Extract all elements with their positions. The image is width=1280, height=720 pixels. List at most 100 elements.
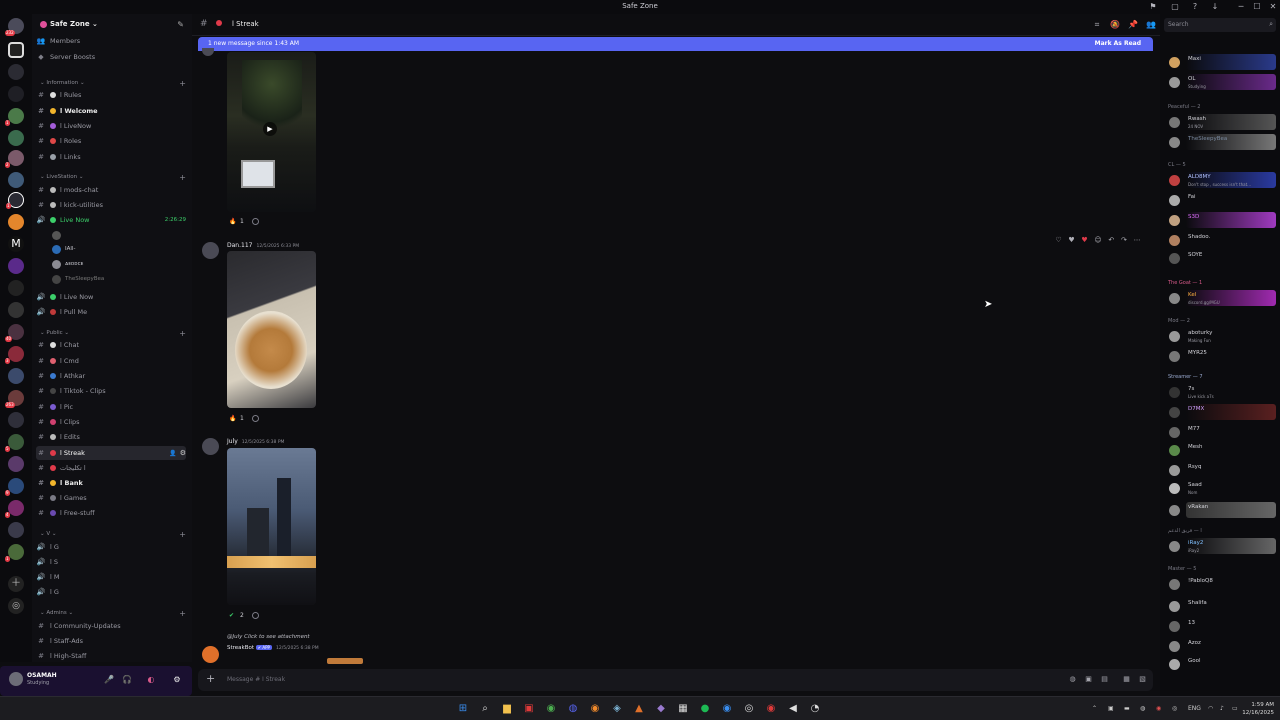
server-icon[interactable] <box>8 368 24 384</box>
message-input[interactable]: Message # ا Streak <box>227 676 285 683</box>
avatar[interactable] <box>202 48 214 56</box>
category-admins[interactable]: ⌄ Admins ⌄ + <box>40 608 186 618</box>
channel-kick-utilities[interactable]: # ا kick-utilities <box>36 198 186 212</box>
channel-chat[interactable]: # ا Chat <box>36 338 186 352</box>
server-icon[interactable] <box>8 130 24 146</box>
server-icon[interactable] <box>8 412 24 428</box>
server-header[interactable]: Safe Zone ⌄ ✎ <box>40 20 188 32</box>
channel-staff-ads[interactable]: # ا Staff-Ads <box>36 634 186 648</box>
channel-streak-selected[interactable]: # ا Streak 👤 ⚙ <box>36 446 186 460</box>
member-item[interactable]: 13 <box>1166 618 1276 636</box>
channel-roles[interactable]: # ا Roles <box>36 134 186 148</box>
bot-avatar[interactable] <box>202 646 219 663</box>
member-item[interactable]: ALD8MY Don't stop , success isn't that... <box>1166 172 1276 190</box>
app-icon[interactable]: ◉ <box>720 702 734 716</box>
image-attachment[interactable] <box>227 448 316 605</box>
voice-channel-g[interactable]: 🔊 ا G <box>36 540 186 554</box>
add-server-icon[interactable]: ＋ <box>8 576 24 592</box>
channel-arabic[interactable]: # ا تكليجات <box>36 461 186 475</box>
member-item[interactable]: TheSleepyBea <box>1166 134 1276 152</box>
apps-icon[interactable]: ▧ <box>1138 675 1147 684</box>
channel-free-stuff[interactable]: # ا Free-stuff <box>36 506 186 520</box>
add-reaction-icon[interactable] <box>251 612 259 619</box>
member-item[interactable]: SOYE <box>1166 250 1276 268</box>
gif-icon[interactable]: ▣ <box>1084 675 1093 684</box>
app-icon[interactable]: ▣ <box>522 702 536 716</box>
channel-clips[interactable]: # ا Clips <box>36 415 186 429</box>
member-item[interactable]: iRay2 iRay2 <box>1166 538 1276 556</box>
author-name[interactable]: Dan.117 <box>227 242 252 249</box>
user-settings-gear-icon[interactable]: ⚙ <box>172 675 182 685</box>
tray-icon[interactable]: ◍ <box>1140 705 1145 712</box>
reaction-icon[interactable]: ♥ <box>1081 236 1087 244</box>
server-icon[interactable]: 3 <box>5 346 24 364</box>
steam-icon[interactable]: ◈ <box>610 702 624 716</box>
new-messages-bar[interactable]: 1 new message since 1:43 AM Mark As Read <box>198 37 1153 51</box>
app-icon[interactable]: ◉ <box>764 702 778 716</box>
sticker-icon[interactable]: ▤ <box>1100 675 1109 684</box>
notification-bell-icon[interactable]: 🔕 <box>1110 20 1120 30</box>
member-item[interactable]: Shadoo. <box>1166 232 1276 250</box>
member-item[interactable]: Saad Nom <box>1166 480 1276 498</box>
member-item[interactable]: D7MX <box>1166 404 1276 422</box>
play-icon[interactable]: ▶ <box>263 122 277 136</box>
server-icon-active[interactable]: 1 <box>6 192 24 209</box>
voice-user[interactable]: IAll- <box>52 229 65 241</box>
member-item[interactable]: Maxi <box>1166 54 1276 72</box>
deafen-icon[interactable]: 🎧 <box>122 675 132 685</box>
member-item[interactable]: 7s Live kick a7s <box>1166 384 1276 402</box>
settings-gear-icon[interactable]: ⚙ <box>180 449 186 457</box>
inbox-icon[interactable]: ⚑ <box>1148 2 1158 12</box>
channel-community-updates[interactable]: # ا Community-Updates <box>36 619 186 633</box>
member-list-icon[interactable]: 👥 <box>1146 20 1156 30</box>
channel-games[interactable]: # ا Games <box>36 491 186 505</box>
app-icon[interactable]: ◀ <box>786 702 800 716</box>
battery-icon[interactable]: ▭ <box>1232 705 1238 712</box>
search-icon[interactable]: ⌕ <box>478 702 492 716</box>
member-item[interactable]: Rwash 24 NOV <box>1166 114 1276 132</box>
threads-icon[interactable]: ⌗ <box>1092 20 1102 30</box>
screen-icon[interactable]: ▢ <box>1170 2 1180 12</box>
heart-icon[interactable]: ♥ <box>1068 236 1074 244</box>
channel-links[interactable]: # ا Links <box>36 150 186 164</box>
add-friend-icon[interactable]: ✎ <box>177 20 184 29</box>
member-item[interactable]: !PabloQ8 <box>1166 576 1276 594</box>
voice-channel-s[interactable]: 🔊 ا S <box>36 555 186 569</box>
member-item[interactable]: Gool <box>1166 656 1276 674</box>
wifi-icon[interactable]: ◠ <box>1208 705 1213 712</box>
channel-bank[interactable]: # ا Bank <box>36 476 186 490</box>
channel-mods-chat[interactable]: # ا mods-chat <box>36 183 186 197</box>
avatar[interactable] <box>202 242 219 259</box>
category-information[interactable]: ⌄ Information ⌄ + <box>40 78 186 88</box>
voice-channel-m[interactable]: 🔊 ا M <box>36 570 186 584</box>
attach-plus-icon[interactable]: + <box>206 672 215 685</box>
invite-icon[interactable]: 👤 <box>169 450 176 457</box>
member-item[interactable]: vRakan <box>1166 502 1276 520</box>
member-item[interactable]: aboturky Making Fun <box>1166 328 1276 346</box>
avatar[interactable] <box>9 672 23 686</box>
author-name[interactable]: July <box>227 438 238 445</box>
reaction[interactable]: ✔ 2 <box>229 611 259 620</box>
category-v[interactable]: ⌄ V ⌄ + <box>40 529 186 539</box>
channel-edits[interactable]: # ا Edits <box>36 430 186 444</box>
server-icon[interactable]: 40 <box>5 324 24 342</box>
channel-athkar[interactable]: # ا Athkar <box>36 369 186 383</box>
member-item[interactable]: M77 <box>1166 424 1276 442</box>
tray-icon[interactable]: ◉ <box>1156 705 1161 712</box>
app-icon[interactable]: ◔ <box>808 702 822 716</box>
add-reaction-icon[interactable] <box>251 415 259 422</box>
add-channel-icon[interactable]: + <box>179 609 186 618</box>
download-icon[interactable]: ↓ <box>1210 2 1220 12</box>
reaction[interactable]: 🔥 1 <box>229 414 259 423</box>
server-icon[interactable] <box>8 214 24 230</box>
add-channel-icon[interactable]: + <box>179 530 186 539</box>
member-item[interactable]: Fai <box>1166 192 1276 210</box>
voice-user[interactable]: TheSleepyBea <box>52 273 104 285</box>
image-attachment[interactable] <box>227 251 316 408</box>
member-item[interactable]: S3D <box>1166 212 1276 230</box>
server-icon[interactable] <box>8 522 24 538</box>
volume-icon[interactable]: ♪ <box>1220 705 1224 712</box>
reaction[interactable]: 🔥 1 <box>229 217 259 226</box>
server-boosts-link[interactable]: ◆ Server Boosts <box>36 50 186 64</box>
add-reaction-icon[interactable] <box>251 218 259 225</box>
